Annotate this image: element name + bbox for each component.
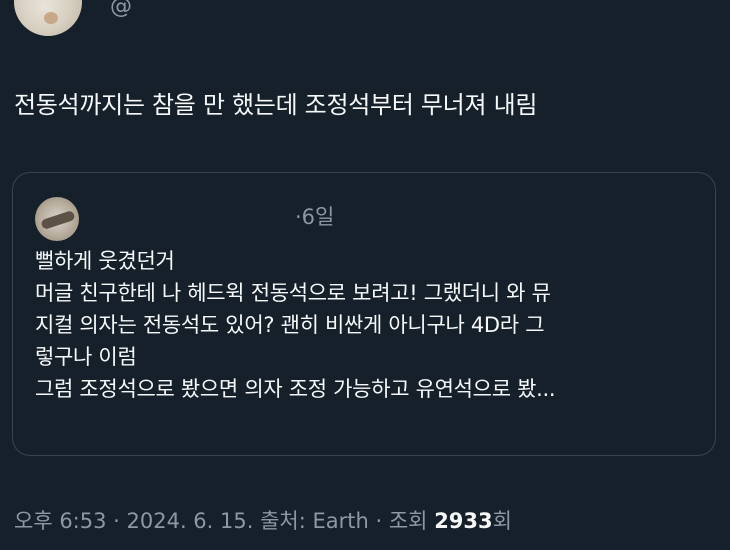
quoted-tweet-card[interactable]: ·6일 뻘하게 웃겼던거 머글 친구한테 나 헤드윅 전동석으로 보려고! 그랬… — [12, 172, 716, 456]
tweet-metadata: 오후 6:53 · 2024. 6. 15. 출처: Earth · 조회 29… — [14, 506, 512, 536]
separator: · — [106, 509, 127, 533]
quoted-text-line: 머글 친구한테 나 헤드윅 전동석으로 보려고! 그랬더니 와 뮤 — [35, 281, 551, 305]
quoted-text-line: 지컬 의자는 전동석도 있어? 괜히 비싼게 아니구나 4D라 그 — [35, 313, 545, 337]
views-count: 2933 — [434, 509, 493, 533]
quoted-tweet-time[interactable]: ·6일 — [295, 203, 334, 231]
avatar-detail — [44, 12, 58, 24]
quoted-avatar-detail — [40, 209, 76, 231]
tweet-time[interactable]: 오후 6:53 — [14, 509, 106, 533]
tweet-text: 전동석까지는 참을 만 했는데 조정석부터 무너져 내림 — [14, 91, 538, 119]
quoted-text-line: 렇구나 이럼 — [35, 345, 137, 369]
separator: · — [368, 509, 389, 533]
views-label: 조회 — [388, 509, 428, 533]
author-avatar[interactable] — [14, 0, 82, 36]
tweet-source: 출처: Earth — [260, 509, 369, 533]
tweet-date[interactable]: 2024. 6. 15. — [127, 509, 254, 533]
quoted-text-line: 뻘하게 웃겼던거 — [35, 249, 175, 273]
quoted-text-line: 그럼 조정석으로 봤으면 의자 조정 가능하고 유연석으로 봤... — [35, 377, 556, 401]
tweet-page: @ 전동석까지는 참을 만 했는데 조정석부터 무너져 내림 ·6일 뻘하게 웃… — [0, 0, 730, 550]
views-suffix: 회 — [492, 509, 512, 533]
quoted-author-avatar[interactable] — [35, 197, 79, 241]
author-handle[interactable]: @ — [110, 0, 132, 20]
quoted-tweet-text: 뻘하게 웃겼던거 머글 친구한테 나 헤드윅 전동석으로 보려고! 그랬더니 와… — [35, 245, 705, 405]
